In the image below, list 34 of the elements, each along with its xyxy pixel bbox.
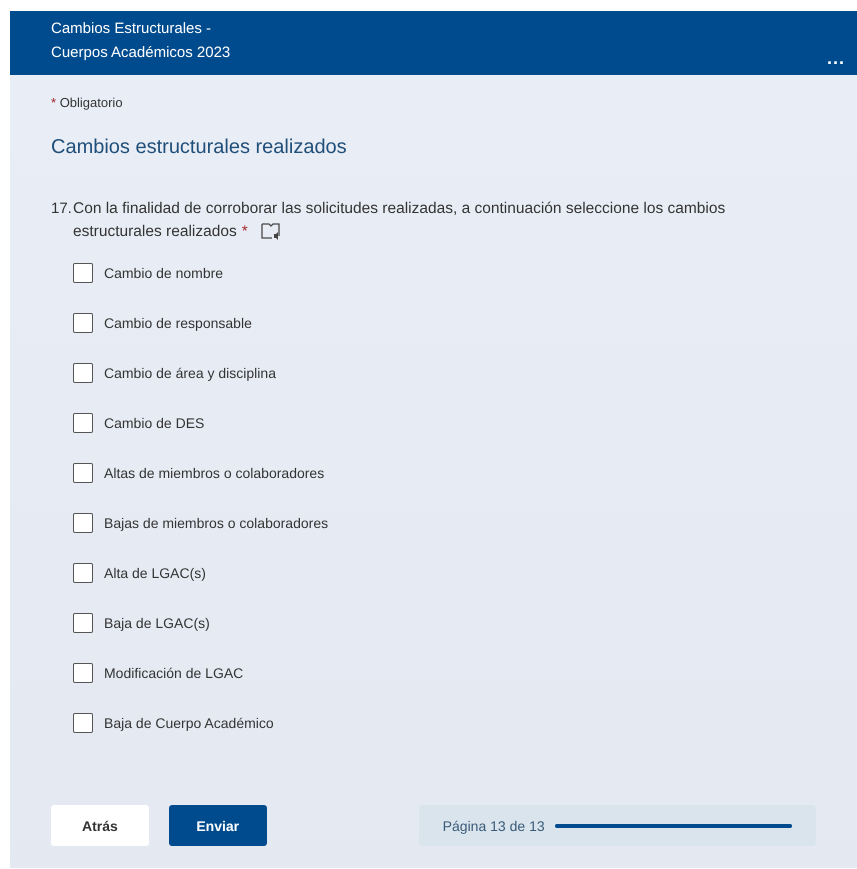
form-title: Cambios Estructurales - [51, 19, 212, 39]
checkbox[interactable] [73, 363, 93, 383]
question-text: Con la finalidad de corroborar las solicitudes realizadas, a continuación seleccione los cambios [73, 199, 726, 219]
checkbox[interactable] [73, 513, 93, 533]
option-label[interactable]: Alta de LGAC(s) [104, 565, 206, 581]
option-label[interactable]: Altas de miembros o colaboradores [104, 465, 324, 481]
checkbox[interactable] [73, 313, 93, 333]
back-button[interactable]: Atrás [51, 805, 149, 846]
option-label[interactable]: Cambio de nombre [104, 265, 224, 281]
checkbox[interactable] [73, 663, 93, 683]
checkbox[interactable] [73, 413, 93, 433]
option-label[interactable]: Cambio de responsable [104, 315, 252, 331]
required-asterisk: * [51, 95, 56, 110]
question-number: 17. [51, 199, 73, 219]
submit-button[interactable]: Enviar [168, 805, 267, 846]
page-indicator: Página 13 de 13 [442, 818, 545, 834]
immersive-reader-icon[interactable] [260, 222, 281, 240]
option-label[interactable]: Bajas de miembros o colaboradores [104, 515, 328, 531]
required-note: Obligatorio [60, 95, 123, 110]
checkbox[interactable] [73, 563, 93, 583]
more-menu-button[interactable]: ... [826, 51, 845, 65]
section-title: Cambios estructurales realizados [51, 136, 348, 159]
checkbox[interactable] [73, 463, 93, 483]
checkbox[interactable] [73, 263, 93, 283]
form-title: Cuerpos Académicos 2023 [51, 43, 230, 63]
question-text: estructurales realizados [73, 222, 237, 242]
required-asterisk: * [242, 222, 248, 242]
checkbox[interactable] [73, 613, 93, 633]
option-label[interactable]: Cambio de área y disciplina [104, 365, 276, 381]
option-label[interactable]: Baja de LGAC(s) [104, 615, 210, 631]
option-label[interactable]: Cambio de DES [104, 415, 204, 431]
option-label[interactable]: Baja de Cuerpo Académico [104, 715, 274, 731]
checkbox[interactable] [73, 713, 93, 733]
option-label[interactable]: Modificación de LGAC [104, 665, 244, 681]
